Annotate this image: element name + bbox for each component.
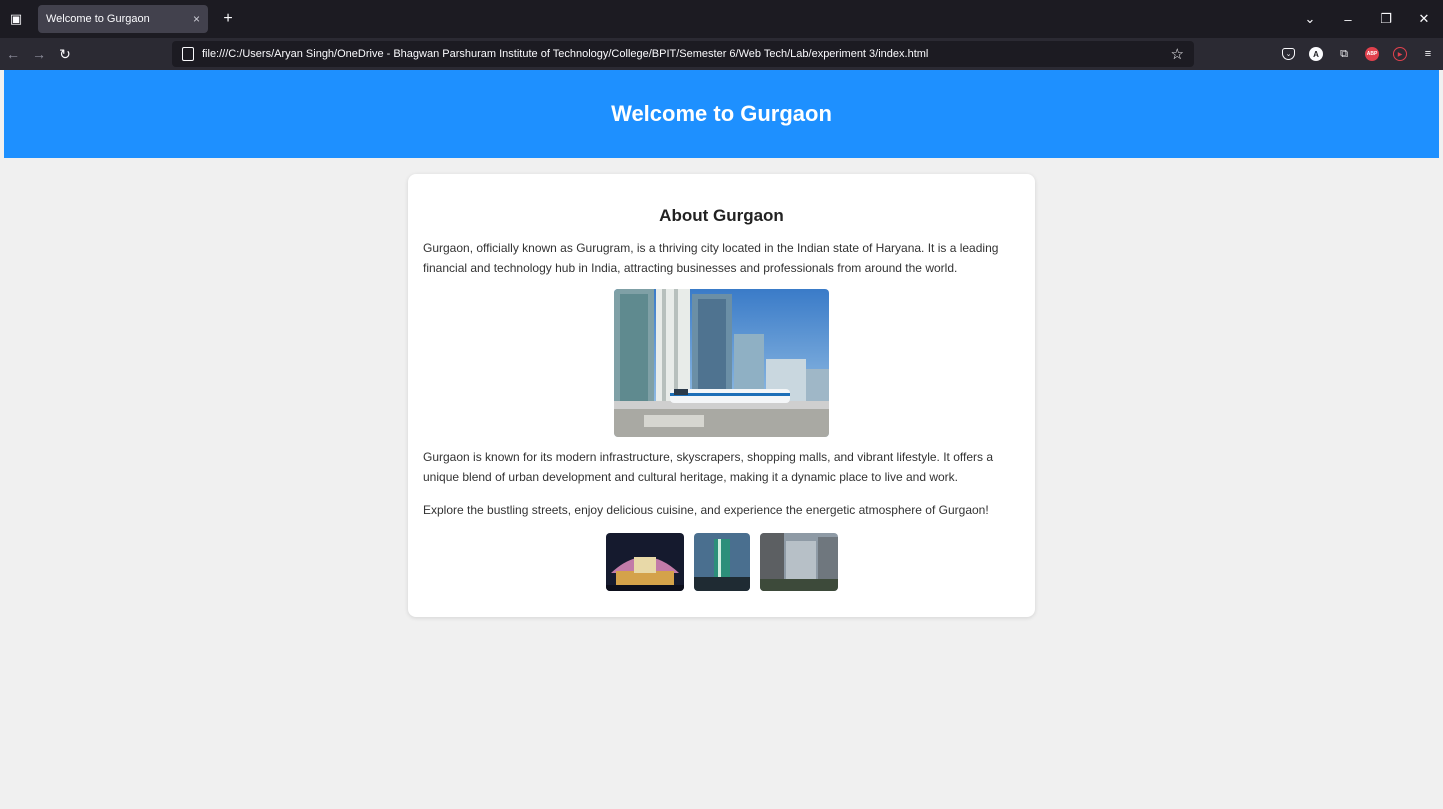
pocket-icon[interactable]: ⌄ <box>1282 48 1295 60</box>
tab-list-icon[interactable]: ▣ <box>0 0 32 38</box>
restore-icon[interactable]: ❐ <box>1367 11 1405 27</box>
adblock-icon[interactable]: ABP <box>1365 47 1379 61</box>
page-viewport: Welcome to Gurgaon About Gurgaon Gurgaon… <box>4 70 1439 809</box>
reload-icon[interactable]: ↻ <box>52 46 78 63</box>
new-tab-button[interactable]: + <box>218 10 238 28</box>
bookmark-star-icon[interactable]: ☆ <box>1171 45 1184 63</box>
page-icon <box>182 47 194 61</box>
thumbnail-tower <box>693 533 750 591</box>
record-icon[interactable]: ▶ <box>1393 47 1407 61</box>
account-icon[interactable]: A <box>1309 47 1323 61</box>
forward-icon[interactable]: → <box>26 46 52 62</box>
extensions-icon[interactable]: ⧉ <box>1337 47 1351 61</box>
menu-icon[interactable]: ≡ <box>1421 47 1435 61</box>
city-metro-image <box>614 289 829 437</box>
tab-title: Welcome to Gurgaon <box>46 13 150 25</box>
back-icon[interactable]: ← <box>0 46 26 62</box>
minimize-icon[interactable]: – <box>1329 12 1367 27</box>
toolbar-icons: ⌄ A ⧉ ABP ▶ ≡ <box>1282 38 1435 70</box>
tab-bar: ▣ Welcome to Gurgaon × + ⌄ – ❐ ✕ <box>0 0 1443 38</box>
page-header: Welcome to Gurgaon <box>4 70 1439 158</box>
content-card: About Gurgaon Gurgaon, officially known … <box>408 174 1035 617</box>
page-title: Welcome to Gurgaon <box>611 101 832 126</box>
explore-paragraph: Explore the bustling streets, enjoy deli… <box>423 503 989 517</box>
thumbnail-gallery <box>423 533 1020 591</box>
url-text[interactable]: file:///C:/Users/Aryan Singh/OneDrive - … <box>202 48 1171 60</box>
thumbnail-complex <box>759 533 838 591</box>
thumbnail-night-building <box>605 533 684 591</box>
description-paragraph: Gurgaon is known for its modern infrastr… <box>423 450 994 484</box>
section-heading: About Gurgaon <box>659 206 784 225</box>
close-icon[interactable]: × <box>193 12 200 26</box>
url-bar[interactable]: file:///C:/Users/Aryan Singh/OneDrive - … <box>172 41 1194 67</box>
chevron-down-icon[interactable]: ⌄ <box>1291 11 1329 27</box>
tab-active[interactable]: Welcome to Gurgaon × <box>38 5 208 33</box>
close-window-icon[interactable]: ✕ <box>1405 11 1443 27</box>
nav-bar: ← → ↻ file:///C:/Users/Aryan Singh/OneDr… <box>0 38 1443 70</box>
intro-paragraph: Gurgaon, officially known as Gurugram, i… <box>423 241 999 275</box>
window-controls: ⌄ – ❐ ✕ <box>1291 0 1443 38</box>
